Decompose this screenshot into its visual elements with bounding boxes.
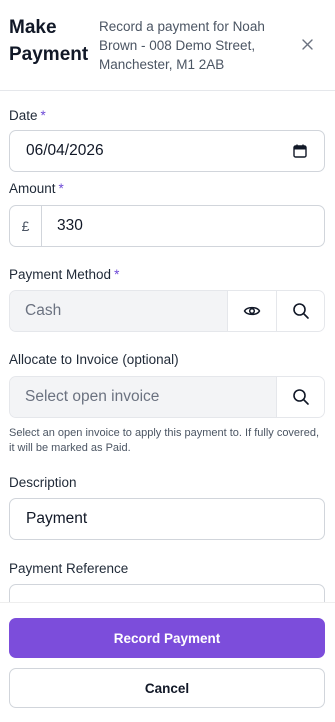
dialog-header: Make Payment Record a payment for Noah B… <box>0 0 335 91</box>
cancel-button[interactable]: Cancel <box>9 668 325 708</box>
invoice-label: Allocate to Invoice (optional) <box>9 352 179 367</box>
payment-method-select[interactable]: Cash <box>10 291 227 331</box>
description-label: Description <box>9 475 77 490</box>
dialog-title: Make Payment <box>9 17 89 65</box>
description-input[interactable]: Payment <box>9 498 325 540</box>
form-body[interactable]: Date * 06/04/2026 Amount * £ 330 Payment M… <box>0 92 335 602</box>
date-label: Date * <box>9 108 46 123</box>
search-invoice-button[interactable] <box>276 377 324 417</box>
search-method-button[interactable] <box>276 291 324 331</box>
close-icon <box>301 38 313 50</box>
invoice-help-text: Select an open invoice to apply this pay… <box>9 427 320 454</box>
calendar-icon[interactable] <box>292 143 308 159</box>
search-icon <box>293 303 309 319</box>
dialog-footer: Record Payment Cancel <box>0 602 335 722</box>
required-mark: * <box>40 108 46 123</box>
amount-label: Amount * <box>9 181 64 196</box>
amount-input[interactable]: £ 330 <box>9 205 325 247</box>
invoice-select[interactable]: Select open invoice <box>10 377 276 417</box>
reference-label: Payment Reference <box>9 561 129 576</box>
invoice-field: Select open invoice <box>9 376 325 418</box>
view-method-button[interactable] <box>227 291 276 331</box>
required-mark: * <box>114 267 120 282</box>
date-value: 06/04/2026 <box>26 142 104 159</box>
description-value: Payment <box>26 510 88 527</box>
invoice-placeholder: Select open invoice <box>25 388 160 405</box>
payment-method-value: Cash <box>25 302 62 319</box>
payment-method-field: Cash <box>9 290 325 332</box>
currency-prefix: £ <box>10 206 42 246</box>
dialog-subtitle: Record a payment for Noah Brown - 008 De… <box>99 19 265 72</box>
eye-icon <box>243 306 261 316</box>
payment-method-label: Payment Method * <box>9 267 120 282</box>
record-payment-button[interactable]: Record Payment <box>9 618 325 658</box>
required-mark: * <box>58 181 64 196</box>
date-input[interactable]: 06/04/2026 <box>9 130 325 172</box>
amount-value: 330 <box>57 217 83 234</box>
search-icon <box>293 389 309 405</box>
reference-input[interactable] <box>9 584 325 602</box>
close-button[interactable] <box>297 34 317 54</box>
